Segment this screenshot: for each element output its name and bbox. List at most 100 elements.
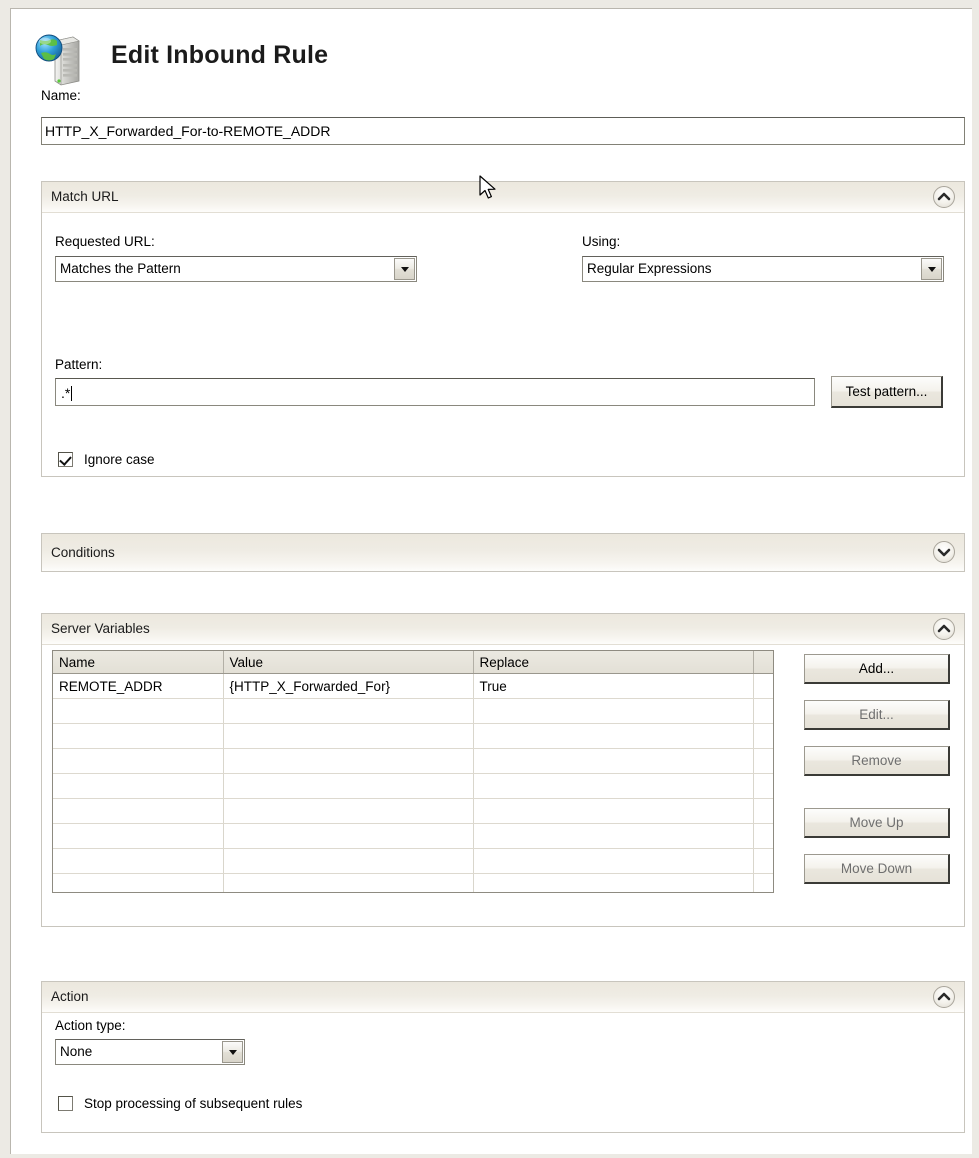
- conditions-header[interactable]: Conditions: [42, 534, 964, 571]
- action-group: Action Action type: None Stop processing…: [41, 981, 965, 1133]
- match-url-header: Match URL: [42, 182, 964, 213]
- table-row[interactable]: [53, 723, 773, 749]
- table-cell[interactable]: [753, 773, 773, 799]
- chevron-down-icon[interactable]: [222, 1041, 243, 1063]
- chevron-down-icon[interactable]: [921, 258, 942, 280]
- add-button[interactable]: Add...: [804, 654, 950, 684]
- table-cell[interactable]: [223, 723, 474, 749]
- table-cell[interactable]: [753, 723, 773, 749]
- match-url-group: Match URL Requested URL: Matches the Pat…: [41, 181, 965, 477]
- action-type-value: None: [60, 1044, 93, 1059]
- table-cell[interactable]: [473, 723, 754, 749]
- table-cell[interactable]: True: [473, 673, 754, 699]
- table-cell[interactable]: [223, 773, 474, 799]
- table-cell[interactable]: [223, 698, 474, 724]
- match-url-title: Match URL: [51, 189, 119, 204]
- conditions-group: Conditions: [41, 533, 965, 572]
- using-label: Using:: [582, 234, 621, 249]
- edit-button[interactable]: Edit...: [804, 700, 950, 730]
- table-cell[interactable]: [223, 823, 474, 849]
- table-cell[interactable]: [753, 698, 773, 724]
- server-variables-title: Server Variables: [51, 621, 150, 636]
- table-row[interactable]: [53, 823, 773, 849]
- table-cell[interactable]: {HTTP_X_Forwarded_For}: [223, 673, 474, 699]
- chevron-up-icon[interactable]: [933, 618, 955, 640]
- table-cell[interactable]: [223, 748, 474, 774]
- table-cell[interactable]: [473, 798, 754, 824]
- dialog-window: Edit Inbound Rule Name: Match URL Reques…: [0, 0, 979, 1158]
- table-cell[interactable]: [753, 873, 773, 892]
- column-header-name[interactable]: Name: [53, 651, 224, 674]
- dialog-title-row: Edit Inbound Rule: [33, 27, 633, 87]
- stop-processing-checkbox[interactable]: [58, 1096, 73, 1111]
- requested-url-select[interactable]: Matches the Pattern: [55, 256, 417, 282]
- table-cell[interactable]: [53, 723, 224, 749]
- dialog-content-area: Edit Inbound Rule Name: Match URL Reques…: [10, 8, 972, 1154]
- table-cell[interactable]: [223, 798, 474, 824]
- requested-url-label: Requested URL:: [55, 234, 155, 249]
- ignore-case-label: Ignore case: [84, 452, 155, 467]
- chevron-down-icon[interactable]: [394, 258, 415, 280]
- chevron-up-icon[interactable]: [933, 986, 955, 1008]
- table-cell[interactable]: [753, 748, 773, 774]
- chevron-up-icon[interactable]: [933, 186, 955, 208]
- ignore-case-row[interactable]: Ignore case: [58, 452, 155, 467]
- table-cell[interactable]: [473, 823, 754, 849]
- table-cell[interactable]: [53, 748, 224, 774]
- move-up-button[interactable]: Move Up: [804, 808, 950, 838]
- column-header-blank[interactable]: [753, 651, 773, 674]
- table-cell[interactable]: [753, 673, 773, 699]
- pattern-label: Pattern:: [55, 357, 103, 372]
- stop-processing-label: Stop processing of subsequent rules: [84, 1096, 303, 1111]
- globe-server-icon: [33, 31, 89, 87]
- table-cell[interactable]: [473, 698, 754, 724]
- move-down-button[interactable]: Move Down: [804, 854, 950, 884]
- server-variables-table[interactable]: Name Value Replace REMOTE_ADDR {HTTP_X_Fo…: [52, 650, 774, 893]
- table-cell[interactable]: [53, 698, 224, 724]
- table-cell[interactable]: [753, 823, 773, 849]
- page-title: Edit Inbound Rule: [111, 41, 329, 69]
- using-select[interactable]: Regular Expressions: [582, 256, 944, 282]
- table-cell[interactable]: [223, 848, 474, 874]
- column-header-value[interactable]: Value: [223, 651, 474, 674]
- remove-button[interactable]: Remove: [804, 746, 950, 776]
- table-cell[interactable]: REMOTE_ADDR: [53, 673, 224, 699]
- table-cell[interactable]: [53, 773, 224, 799]
- table-cell[interactable]: [753, 798, 773, 824]
- action-header: Action: [42, 982, 964, 1013]
- ignore-case-checkbox[interactable]: [58, 452, 73, 467]
- table-row[interactable]: REMOTE_ADDR {HTTP_X_Forwarded_For} True: [53, 673, 773, 699]
- table-cell[interactable]: [473, 773, 754, 799]
- table-cell[interactable]: [473, 848, 754, 874]
- text-caret: [71, 386, 73, 401]
- table-row[interactable]: [53, 798, 773, 824]
- table-cell[interactable]: [53, 823, 224, 849]
- table-row[interactable]: [53, 773, 773, 799]
- table-row[interactable]: [53, 748, 773, 774]
- action-type-label: Action type:: [55, 1018, 126, 1033]
- table-cell[interactable]: [53, 798, 224, 824]
- table-cell[interactable]: [53, 873, 224, 892]
- action-type-select[interactable]: None: [55, 1039, 245, 1065]
- table-header-row: Name Value Replace: [53, 651, 773, 674]
- using-value: Regular Expressions: [587, 261, 712, 276]
- table-row[interactable]: [53, 873, 773, 892]
- stop-processing-row[interactable]: Stop processing of subsequent rules: [58, 1096, 302, 1111]
- rule-name-input[interactable]: [41, 117, 965, 145]
- table-row[interactable]: [53, 698, 773, 724]
- pattern-value: .*: [61, 385, 71, 401]
- table-cell[interactable]: [473, 748, 754, 774]
- table-cell[interactable]: [223, 873, 474, 892]
- table-cell[interactable]: [53, 848, 224, 874]
- pattern-input[interactable]: .*: [55, 378, 815, 406]
- server-variables-group: Server Variables Name Value Replace REMO…: [41, 613, 965, 927]
- conditions-title: Conditions: [51, 545, 115, 560]
- server-variables-header: Server Variables: [42, 614, 964, 645]
- table-row[interactable]: [53, 848, 773, 874]
- test-pattern-button[interactable]: Test pattern...: [831, 376, 943, 408]
- table-cell[interactable]: [473, 873, 754, 892]
- table-cell[interactable]: [753, 848, 773, 874]
- action-title: Action: [51, 989, 89, 1004]
- chevron-down-icon[interactable]: [933, 541, 955, 563]
- column-header-replace[interactable]: Replace: [473, 651, 754, 674]
